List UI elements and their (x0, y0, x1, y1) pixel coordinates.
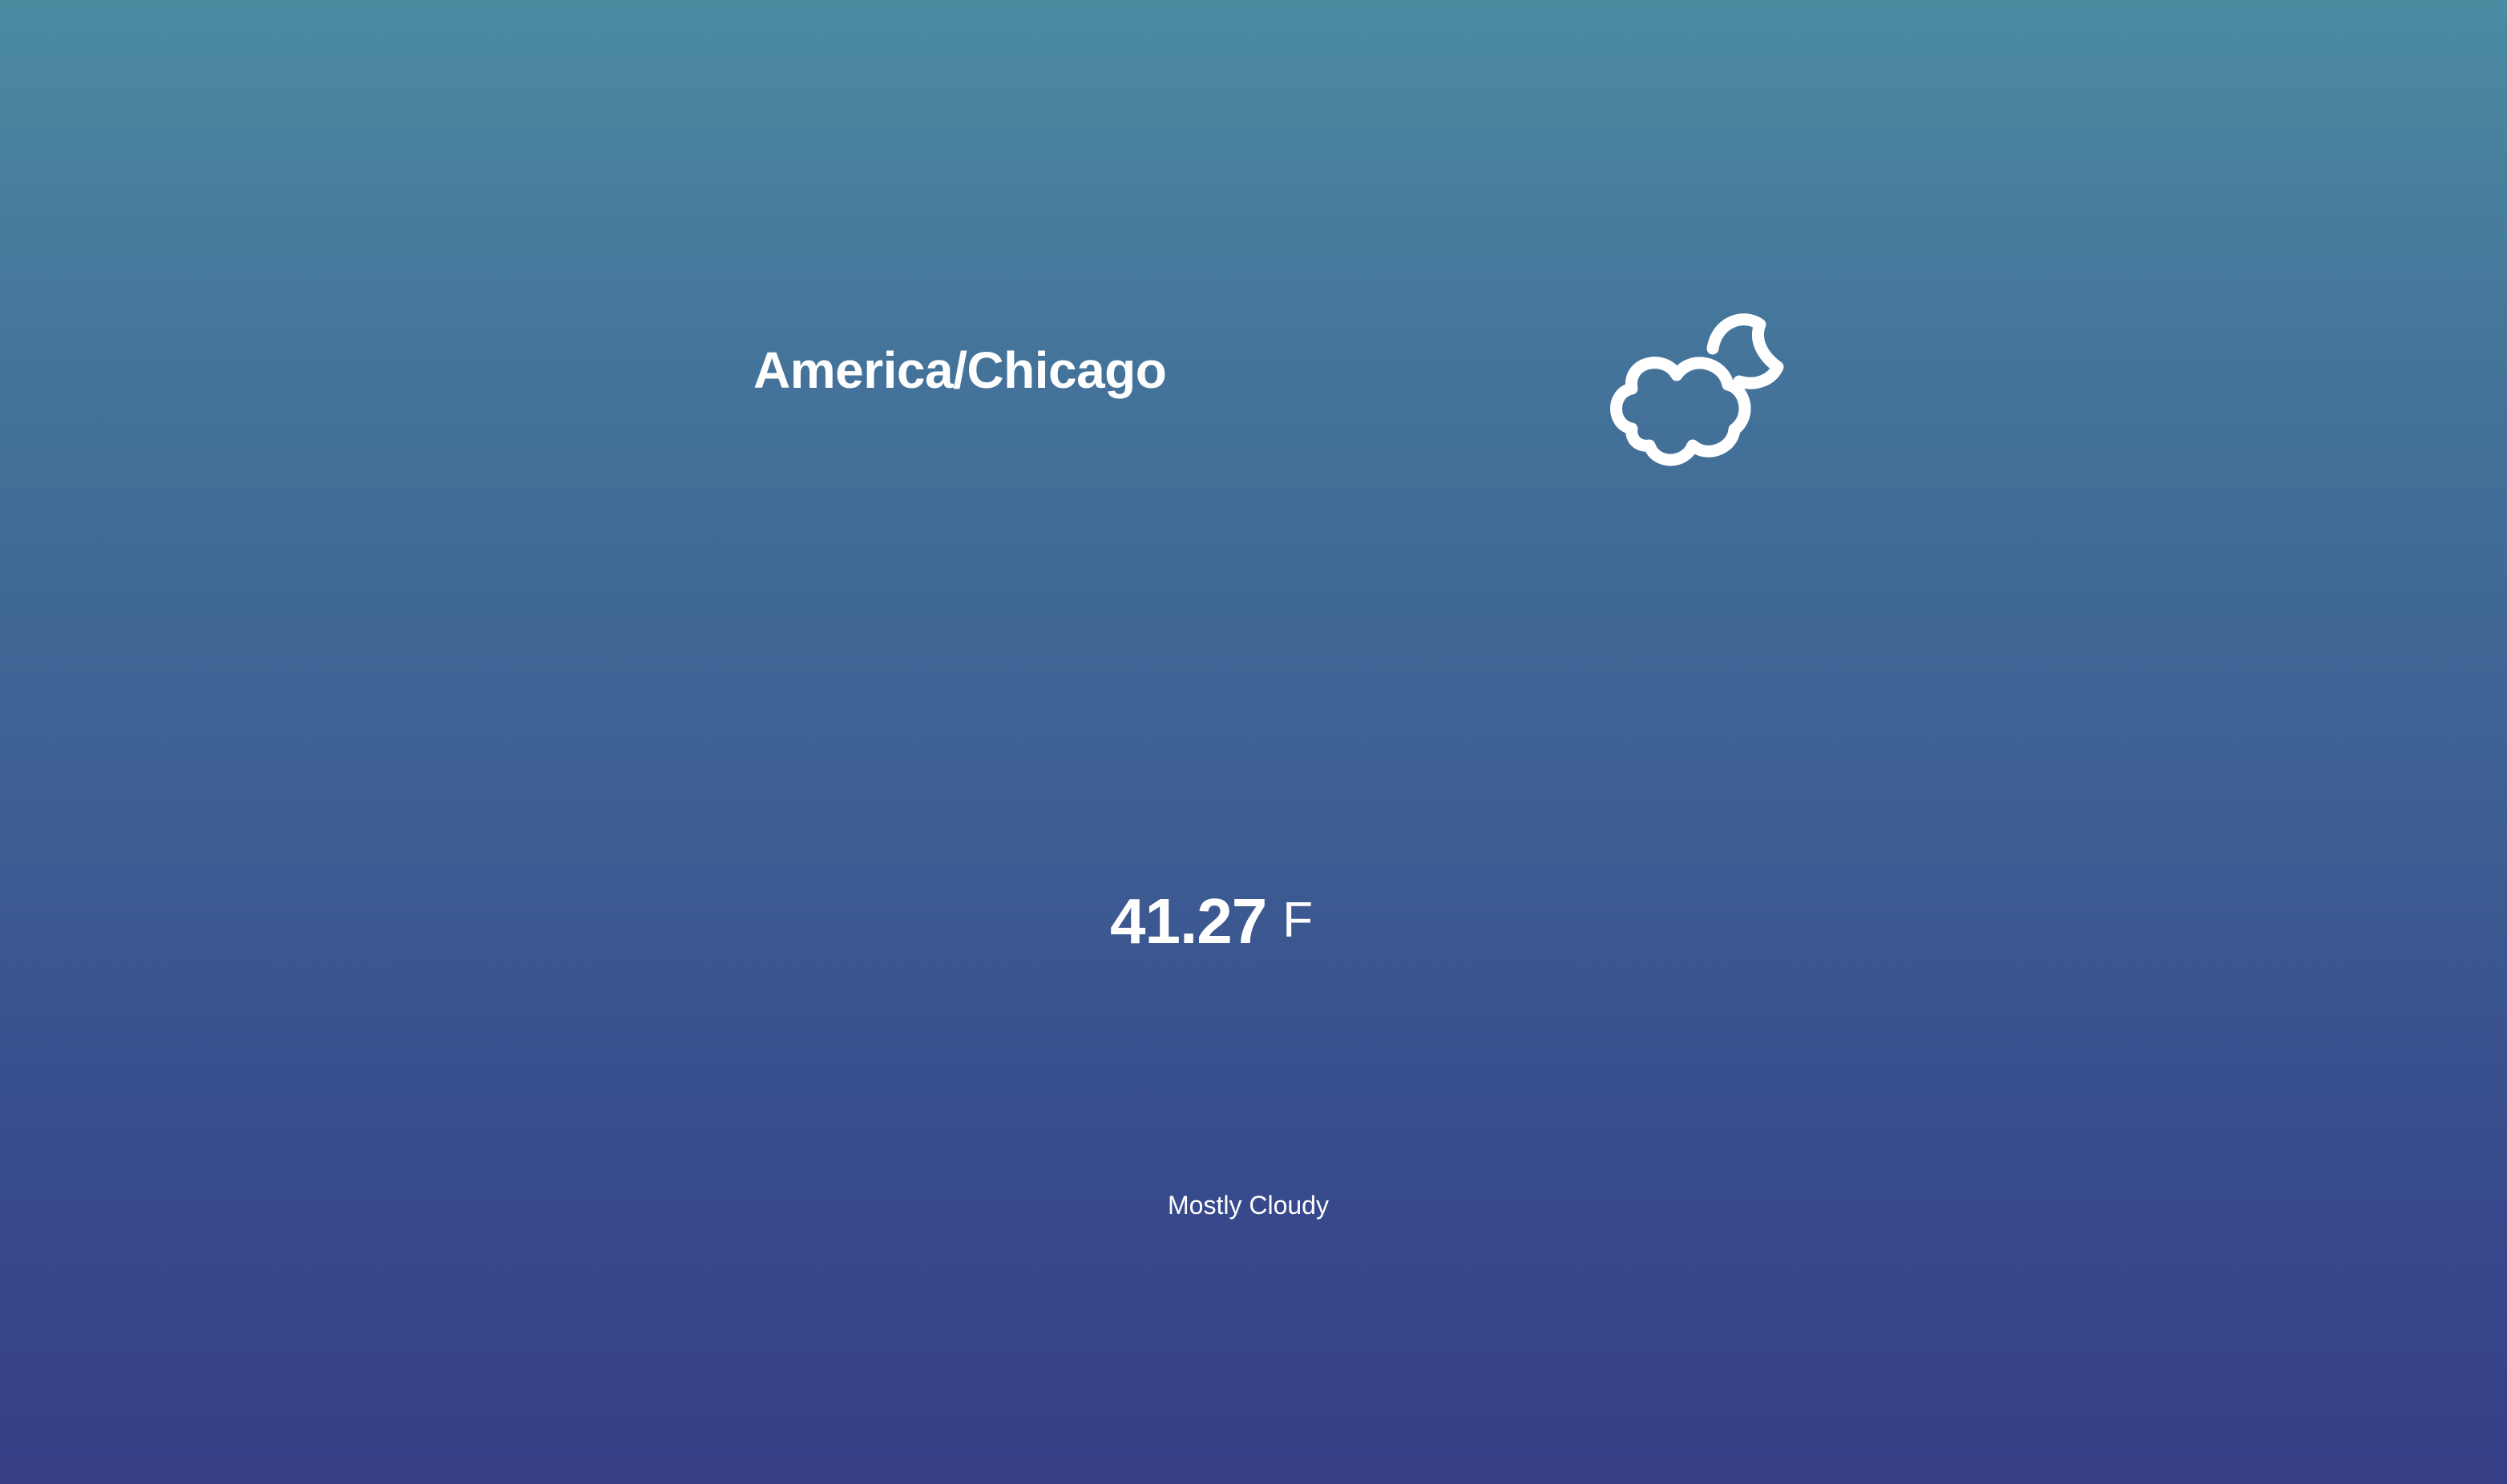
temperature-unit: F (1282, 893, 1314, 948)
temperature-value: 41.27 (1110, 885, 1267, 957)
cloudy-night-icon (1603, 304, 1787, 473)
location-name: America/Chicago (753, 341, 1167, 399)
weather-condition: Mostly Cloudy (1168, 1191, 1329, 1220)
temperature-display: 41.27 F (1110, 889, 1313, 954)
